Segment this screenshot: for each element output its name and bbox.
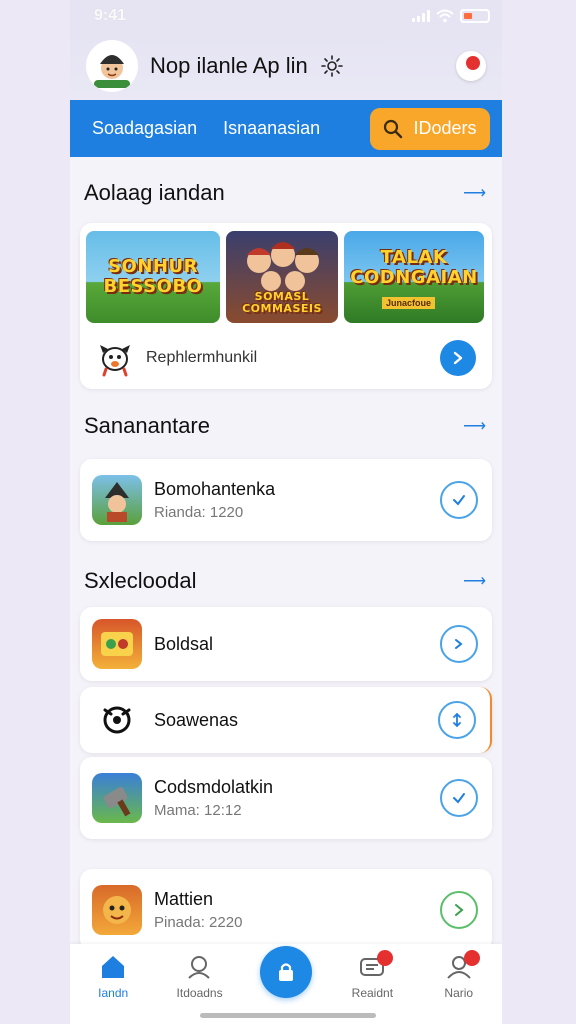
list-item[interactable]: Soawenas <box>80 687 492 753</box>
list-item[interactable]: Boldsal <box>80 607 492 681</box>
section2-header: Sananantare ⟶ <box>80 389 492 459</box>
tab-messages[interactable]: Reaidnt <box>337 950 407 1000</box>
search-label: IDoders <box>413 118 477 138</box>
messages-badge <box>377 950 394 966</box>
tab-home-label: Iandn <box>98 986 129 1000</box>
tab-center[interactable] <box>251 946 321 998</box>
tab-messages-label: Reaidnt <box>351 986 394 1000</box>
app-icon-soawenas <box>92 695 142 745</box>
app-title: Nop ilanle Ap lin <box>150 53 308 78</box>
avatar-character-icon <box>94 55 130 88</box>
main-content: Aolaag iandan ⟶ SONHUR BESSOBO SOMASL CO… <box>70 157 502 951</box>
item-sub: Rianda: 1220 <box>154 504 244 521</box>
characters-icon <box>247 242 319 291</box>
featured-row[interactable]: Rephlermhunkil <box>86 323 486 393</box>
list-item[interactable]: Bomohantenka Rianda: 1220 <box>80 459 492 541</box>
banner-1-text: SONHUR BESSOBO <box>103 256 203 297</box>
tab-home[interactable]: Iandn <box>78 954 148 1000</box>
tab-soadagasian[interactable]: Soadagasian <box>92 118 197 139</box>
tab-search-label: Itdoadns <box>176 986 223 1000</box>
item-text: Mattien Pinada: 2220 <box>154 889 242 931</box>
avatar[interactable] <box>86 40 138 92</box>
banner-3-subtext: Junacfoue <box>382 297 436 309</box>
tab-search[interactable]: Itdoadns <box>165 954 235 1000</box>
item-sub: Mama: 12:12 <box>154 802 242 819</box>
wifi-icon <box>436 9 454 23</box>
home-indicator <box>200 1013 376 1018</box>
item-name: Codsmdolatkin <box>154 777 274 797</box>
sort-icon <box>453 712 461 728</box>
featured-title: Aolaag iandan <box>84 180 225 205</box>
battery-icon <box>460 9 490 23</box>
home-icon <box>102 956 125 978</box>
profile-badge <box>463 950 480 966</box>
featured-more-icon[interactable]: ⟶ <box>463 183 486 203</box>
phone-screen: 9:41 Nop ilanle Ap lin Soadagasian Isnaa… <box>70 0 502 1024</box>
status-time: 9:41 <box>94 7 127 24</box>
banner-game-1[interactable]: SONHUR BESSOBO <box>86 231 220 323</box>
item-sub: Pinada: 2220 <box>154 914 243 931</box>
app-header: Nop ilanle Ap lin <box>70 32 502 100</box>
item-action-button[interactable] <box>438 701 476 739</box>
app-icon-bomohantenka <box>92 475 142 525</box>
tab-profile-label: Nario <box>444 986 474 1000</box>
featured-header: Aolaag iandan ⟶ <box>80 157 492 223</box>
list-item[interactable]: Mattien Pinada: 2220 <box>80 869 492 951</box>
notification-dot <box>466 56 480 70</box>
lock-icon <box>278 963 293 981</box>
app-icon-codsmdolatkin <box>92 773 142 823</box>
bottom-nav: Iandn Itdoadns Reaidnt Nario <box>70 944 502 1024</box>
banner-game-2[interactable]: SOMASL COMMASEIS <box>226 231 338 323</box>
banner-2-text: SOMASL COMMASEIS <box>242 290 322 315</box>
notification-button[interactable] <box>456 51 486 81</box>
banner-3-text: TALAK CODNGAIAN <box>350 247 478 288</box>
item-text: Bomohantenka Rianda: 1220 <box>154 479 275 521</box>
dog-mascot-icon <box>100 345 130 377</box>
user-search-icon <box>187 956 210 979</box>
tab-isnaanasian[interactable]: Isnaanasian <box>223 118 320 139</box>
search-icon <box>384 119 403 138</box>
item-name: Bomohantenka <box>154 479 276 499</box>
search-button[interactable]: IDoders <box>370 107 490 150</box>
app-icon-boldsal <box>92 619 142 669</box>
section2-more-icon[interactable]: ⟶ <box>463 416 486 436</box>
item-text: Boldsal <box>154 634 213 655</box>
item-action-button[interactable] <box>440 779 478 817</box>
section3-title: Sxlecloodal <box>84 568 197 593</box>
section3-more-icon[interactable]: ⟶ <box>463 571 486 591</box>
check-icon <box>453 793 465 804</box>
list-item[interactable]: Codsmdolatkin Mama: 12:12 <box>80 757 492 839</box>
app-icon-mattien <box>92 885 142 935</box>
item-action-button[interactable] <box>440 481 478 519</box>
item-action-button[interactable] <box>440 625 478 663</box>
status-bar: 9:41 <box>70 0 502 32</box>
section2-title: Sananantare <box>84 413 210 438</box>
chevron-right-icon <box>453 351 463 365</box>
item-text: Soawenas <box>154 710 238 731</box>
banner-row: SONHUR BESSOBO SOMASL COMMASEIS TALAK CO… <box>86 231 486 323</box>
tab-profile[interactable]: Nario <box>424 950 494 1000</box>
chevron-right-icon <box>455 904 464 916</box>
item-name: Soawenas <box>154 709 239 730</box>
gear-icon[interactable] <box>320 54 344 78</box>
section3-header: Sxlecloodal ⟶ <box>80 541 492 607</box>
featured-row-label: Rephlermhunkil <box>146 349 258 366</box>
item-name: Mattien <box>154 889 214 909</box>
item-text: Codsmdolatkin Mama: 12:12 <box>154 777 273 819</box>
center-action-button[interactable] <box>259 946 312 998</box>
signal-icon <box>412 10 430 22</box>
featured-card: SONHUR BESSOBO SOMASL COMMASEIS TALAK CO… <box>80 223 492 389</box>
check-icon <box>453 495 465 506</box>
play-button[interactable] <box>440 340 476 376</box>
item-name: Boldsal <box>154 633 214 654</box>
item-action-button[interactable] <box>440 891 478 929</box>
arrow-right-icon <box>455 639 463 649</box>
status-icons <box>412 9 490 23</box>
top-nav-bar: Soadagasian Isnaanasian IDoders <box>70 100 502 157</box>
banner-game-3[interactable]: TALAK CODNGAIAN Junacfoue <box>344 231 484 323</box>
